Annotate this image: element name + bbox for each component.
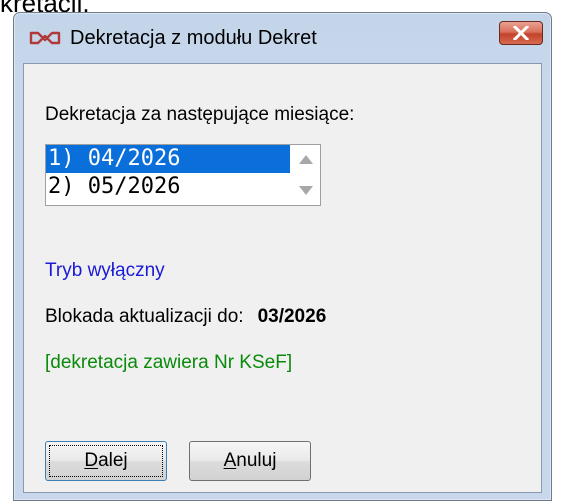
months-listbox[interactable]: 1) 04/2026 2) 05/2026 (45, 144, 321, 206)
lock-row: Blokada aktualizacji do: 03/2026 (45, 306, 326, 328)
dekret-dialog: Dekretacja z modułu Dekret Dekretacja za… (13, 12, 552, 501)
listbox-scrollbar[interactable] (292, 145, 320, 205)
months-label: Dekretacja za następujące miesiące: (45, 104, 355, 125)
close-icon (513, 26, 529, 40)
list-item[interactable]: 1) 04/2026 (46, 145, 290, 173)
cancel-button-accelerator: A (223, 450, 237, 471)
lock-value: 03/2026 (257, 306, 327, 327)
link-chain-icon (28, 27, 62, 49)
scroll-down-arrow-icon[interactable] (299, 186, 313, 195)
list-item[interactable]: 2) 05/2026 (46, 173, 290, 201)
exclusive-mode-label: Tryb wyłączny (45, 260, 165, 281)
close-button[interactable] (499, 21, 543, 45)
dialog-titlebar[interactable]: Dekretacja z modułu Dekret (14, 13, 551, 63)
months-items: 1) 04/2026 2) 05/2026 (46, 145, 290, 201)
dialog-body: Dekretacja za następujące miesiące: 1) 0… (23, 63, 542, 493)
ksef-note: [dekretacja zawiera Nr KSeF] (45, 352, 293, 373)
cancel-button-label: nuluj (236, 450, 277, 471)
dialog-title: Dekretacja z modułu Dekret (70, 27, 317, 49)
lock-label: Blokada aktualizacji do: (45, 306, 244, 327)
cancel-button[interactable]: Anuluj (189, 441, 311, 481)
next-button[interactable]: Dalej (45, 441, 167, 481)
scroll-up-arrow-icon[interactable] (299, 155, 313, 164)
focus-ring (49, 445, 163, 477)
